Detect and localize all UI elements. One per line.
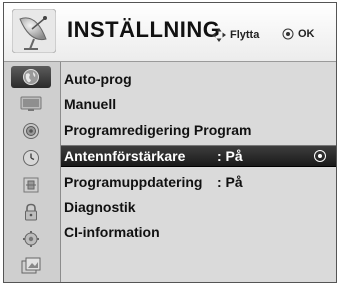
menu-item-programuppdatering[interactable]: Programuppdatering : På bbox=[61, 171, 336, 193]
ok-hint-label: OK bbox=[298, 28, 315, 40]
menu-item-value: : På bbox=[217, 174, 243, 190]
page-title: INSTÄLLNING bbox=[67, 17, 221, 42]
sidebar-item-usb[interactable] bbox=[11, 255, 51, 277]
menu-item-programredigering[interactable]: Programredigering Program bbox=[61, 119, 336, 141]
menu-item-label: Programuppdatering bbox=[64, 174, 203, 190]
selected-radio-icon bbox=[314, 150, 326, 162]
sidebar-item-lock[interactable] bbox=[11, 201, 51, 223]
menu-item-label: Manuell bbox=[64, 96, 117, 112]
menu-header: INSTÄLLNING Flytta OK bbox=[4, 3, 336, 62]
satellite-dish-icon bbox=[12, 9, 56, 53]
sidebar-item-picture[interactable] bbox=[11, 93, 51, 115]
menu-item-diagnostik[interactable]: Diagnostik bbox=[61, 196, 336, 218]
gear-icon bbox=[23, 231, 39, 247]
speaker-icon bbox=[23, 123, 39, 139]
sidebar-item-channel[interactable] bbox=[11, 66, 51, 88]
padlock-icon bbox=[25, 203, 37, 221]
menu-item-label: Diagnostik bbox=[64, 199, 136, 215]
category-sidebar bbox=[4, 62, 61, 282]
menu-item-value: : På bbox=[217, 148, 243, 164]
lock-screen-icon bbox=[23, 177, 39, 193]
ok-hint: OK bbox=[282, 28, 315, 40]
tv-screen-icon bbox=[20, 96, 42, 111]
sidebar-item-setup[interactable] bbox=[11, 228, 51, 250]
navigation-arrows-icon bbox=[212, 28, 226, 42]
sidebar-item-sound[interactable] bbox=[11, 120, 51, 142]
menu-item-label: Auto-prog bbox=[64, 71, 132, 87]
menu-item-label: Programredigering Program bbox=[64, 122, 252, 138]
move-hint-label: Flytta bbox=[230, 29, 260, 41]
settings-window: INSTÄLLNING Flytta OK Auto-prog Manuell … bbox=[3, 2, 337, 283]
clock-icon bbox=[23, 150, 39, 166]
ok-button-icon bbox=[282, 28, 294, 40]
sidebar-item-option[interactable] bbox=[11, 174, 51, 196]
globe-icon bbox=[23, 69, 39, 85]
menu-item-auto-prog[interactable]: Auto-prog bbox=[61, 68, 336, 90]
menu-item-manuell[interactable]: Manuell bbox=[61, 93, 336, 115]
sidebar-item-time[interactable] bbox=[11, 147, 51, 169]
menu-item-label: CI-information bbox=[64, 224, 160, 240]
menu-item-label: Antennförstärkare bbox=[64, 148, 186, 164]
menu-item-ci-information[interactable]: CI-information bbox=[61, 221, 336, 243]
move-hint: Flytta bbox=[212, 28, 259, 42]
menu-list: Auto-prog Manuell Programredigering Prog… bbox=[61, 62, 336, 282]
usb-photo-icon bbox=[21, 257, 41, 274]
menu-item-antennforstarkare[interactable]: Antennförstärkare : På bbox=[61, 145, 336, 167]
